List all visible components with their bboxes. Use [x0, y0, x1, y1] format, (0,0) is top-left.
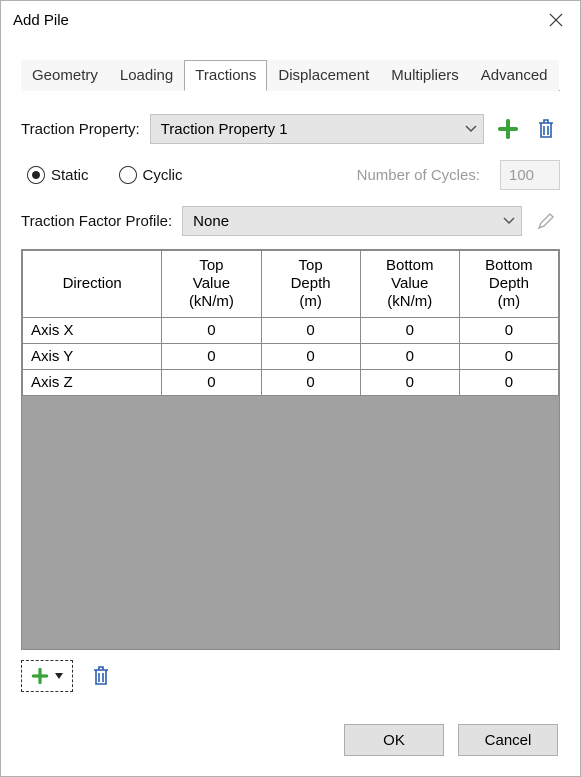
- col-top-depth: TopDepth(m): [261, 251, 360, 318]
- dropdown-traction-property[interactable]: Traction Property 1: [150, 114, 484, 144]
- traction-table-container: Direction TopValue(kN/m) TopDepth(m) Bot…: [21, 249, 560, 650]
- caret-down-icon: [55, 673, 63, 679]
- row-mode: Static Cyclic Number of Cycles: 100: [21, 157, 560, 193]
- traction-table: Direction TopValue(kN/m) TopDepth(m) Bot…: [22, 250, 559, 396]
- label-number-of-cycles: Number of Cycles:: [357, 167, 480, 184]
- cell-bottom-depth[interactable]: 0: [459, 344, 558, 370]
- radio-static-label: Static: [51, 167, 89, 184]
- row-profile: Traction Factor Profile: None: [21, 203, 560, 239]
- tab-loading[interactable]: Loading: [109, 60, 184, 91]
- tab-bar: Geometry Loading Tractions Displacement …: [21, 59, 560, 91]
- dropdown-value: None: [193, 213, 229, 230]
- cell-top-value[interactable]: 0: [162, 318, 261, 344]
- dialog-footer: OK Cancel: [1, 710, 580, 776]
- header-text: Direction: [63, 275, 122, 292]
- dropdown-profile[interactable]: None: [182, 206, 522, 236]
- col-bottom-value: BottomValue(kN/m): [360, 251, 459, 318]
- cell-bottom-value[interactable]: 0: [360, 318, 459, 344]
- table-tools: [21, 660, 560, 692]
- radio-static[interactable]: Static: [27, 166, 89, 184]
- tab-displacement[interactable]: Displacement: [267, 60, 380, 91]
- tab-panel-tractions: Traction Property: Traction Property 1 S…: [21, 91, 560, 692]
- ok-button[interactable]: OK: [344, 724, 444, 756]
- cell-top-depth[interactable]: 0: [261, 370, 360, 396]
- cell-top-value[interactable]: 0: [162, 344, 261, 370]
- cell-bottom-depth[interactable]: 0: [459, 318, 558, 344]
- edit-profile-button[interactable]: [532, 207, 560, 235]
- radio-indicator: [27, 166, 45, 184]
- cancel-button[interactable]: Cancel: [458, 724, 558, 756]
- table-header-row: Direction TopValue(kN/m) TopDepth(m) Bot…: [23, 251, 559, 318]
- field-value: 100: [509, 167, 534, 184]
- plus-icon: [31, 667, 49, 685]
- dialog-add-pile: Add Pile Geometry Loading Tractions Disp…: [0, 0, 581, 777]
- add-property-button[interactable]: [494, 115, 522, 143]
- delete-property-button[interactable]: [532, 115, 560, 143]
- table-empty-area: [22, 396, 559, 649]
- row-traction-property: Traction Property: Traction Property 1: [21, 111, 560, 147]
- label-profile: Traction Factor Profile:: [21, 213, 172, 230]
- radio-indicator: [119, 166, 137, 184]
- button-label: OK: [383, 732, 405, 749]
- cell-bottom-depth[interactable]: 0: [459, 370, 558, 396]
- cell-direction[interactable]: Axis Y: [23, 344, 162, 370]
- chevron-down-icon: [465, 125, 477, 133]
- cell-direction[interactable]: Axis Z: [23, 370, 162, 396]
- button-label: Cancel: [485, 732, 532, 749]
- tab-tractions[interactable]: Tractions: [184, 60, 267, 91]
- cell-top-depth[interactable]: 0: [261, 318, 360, 344]
- radio-cyclic[interactable]: Cyclic: [119, 166, 183, 184]
- close-icon: [549, 13, 563, 27]
- trash-icon: [536, 118, 556, 140]
- table-row[interactable]: Axis Z 0 0 0 0: [23, 370, 559, 396]
- titlebar: Add Pile: [1, 1, 580, 39]
- cell-bottom-value[interactable]: 0: [360, 370, 459, 396]
- chevron-down-icon: [503, 217, 515, 225]
- table-row[interactable]: Axis Y 0 0 0 0: [23, 344, 559, 370]
- label-traction-property: Traction Property:: [21, 121, 140, 138]
- plus-icon: [497, 118, 519, 140]
- dropdown-value: Traction Property 1: [161, 121, 288, 138]
- cell-bottom-value[interactable]: 0: [360, 344, 459, 370]
- cell-direction[interactable]: Axis X: [23, 318, 162, 344]
- close-button[interactable]: [532, 1, 580, 39]
- cell-top-depth[interactable]: 0: [261, 344, 360, 370]
- add-row-button[interactable]: [21, 660, 73, 692]
- window-title: Add Pile: [13, 12, 69, 29]
- tab-multipliers[interactable]: Multipliers: [380, 60, 470, 91]
- pencil-icon: [536, 211, 556, 231]
- tab-advanced[interactable]: Advanced: [470, 60, 559, 91]
- field-number-of-cycles: 100: [500, 160, 560, 190]
- content-area: Geometry Loading Tractions Displacement …: [1, 39, 580, 710]
- trash-icon: [91, 665, 111, 687]
- col-direction: Direction: [23, 251, 162, 318]
- tab-geometry[interactable]: Geometry: [21, 60, 109, 91]
- col-bottom-depth: BottomDepth(m): [459, 251, 558, 318]
- radio-cyclic-label: Cyclic: [143, 167, 183, 184]
- table-row[interactable]: Axis X 0 0 0 0: [23, 318, 559, 344]
- cell-top-value[interactable]: 0: [162, 370, 261, 396]
- col-top-value: TopValue(kN/m): [162, 251, 261, 318]
- delete-row-button[interactable]: [87, 662, 115, 690]
